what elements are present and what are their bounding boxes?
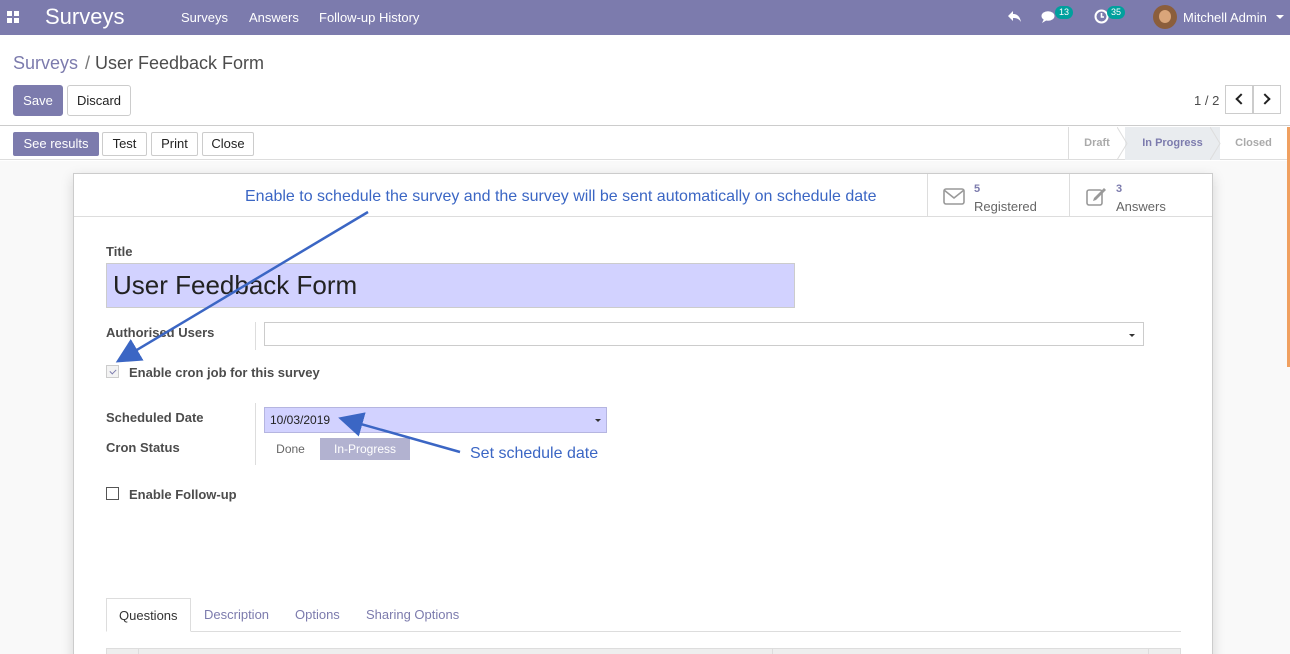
- envelope-icon: [943, 188, 965, 205]
- form-header: See results Test Print Close Draft In Pr…: [0, 127, 1290, 160]
- stage-arrow-icon: [1117, 127, 1128, 160]
- follow-up-label[interactable]: Enable Follow-up: [129, 487, 237, 502]
- activities-badge: 35: [1107, 6, 1126, 19]
- control-panel: Surveys / User Feedback Form Save Discar…: [0, 40, 1290, 126]
- title-label: Title: [106, 244, 133, 259]
- field-divider: [255, 403, 256, 465]
- stage-closed[interactable]: Closed: [1220, 127, 1287, 160]
- print-button[interactable]: Print: [151, 132, 198, 156]
- user-name[interactable]: Mitchell Admin: [1183, 10, 1267, 25]
- dropdown-caret-icon: [1129, 334, 1135, 337]
- cron-job-label[interactable]: Enable cron job for this survey: [129, 365, 320, 380]
- answers-smart-button[interactable]: 3 Answers: [1069, 174, 1211, 217]
- app-name: Surveys: [45, 4, 125, 29]
- cron-status-label: Cron Status: [106, 440, 180, 455]
- messages-badge: 13: [1055, 6, 1074, 19]
- scheduled-date-input[interactable]: 10/03/2019: [264, 407, 607, 433]
- authorised-users-label: Authorised Users: [106, 325, 215, 340]
- edit-pencil-icon: [1086, 188, 1106, 206]
- save-button[interactable]: Save: [13, 85, 63, 116]
- discard-button[interactable]: Discard: [67, 85, 131, 116]
- breadcrumb-surveys[interactable]: Surveys: [13, 53, 78, 74]
- annotation-cron: Enable to schedule the survey and the su…: [245, 188, 877, 205]
- user-menu-caret-icon[interactable]: [1276, 15, 1284, 19]
- registered-label: Registered: [974, 199, 1037, 214]
- list-column-divider: [772, 649, 773, 654]
- annotation-date: Set schedule date: [470, 445, 599, 462]
- cron-status-done[interactable]: Done: [264, 438, 317, 460]
- scheduled-date-label: Scheduled Date: [106, 410, 204, 425]
- chevron-left-icon: [1235, 93, 1247, 105]
- answers-count: 3: [1116, 183, 1123, 195]
- list-column-divider: [1148, 649, 1149, 654]
- menu-follow-up-history[interactable]: Follow-up History: [319, 10, 419, 25]
- menu-surveys[interactable]: Surveys: [181, 10, 228, 25]
- top-navbar: Surveys Surveys Answers Follow-up Histor…: [0, 0, 1290, 35]
- follow-up-checkbox[interactable]: [106, 487, 119, 500]
- field-divider: [255, 322, 256, 350]
- pager-next-button[interactable]: [1253, 85, 1281, 114]
- tab-description[interactable]: Description: [192, 598, 281, 632]
- questions-list-header: [106, 648, 1181, 654]
- tab-questions[interactable]: Questions: [106, 598, 191, 632]
- cron-status-in-progress[interactable]: In-Progress: [320, 438, 410, 460]
- registered-count: 5: [974, 183, 981, 195]
- apps-grid-icon[interactable]: [7, 11, 19, 23]
- notebook-tabs: Questions Description Options Sharing Op…: [106, 598, 1181, 632]
- cron-job-checkbox[interactable]: [106, 365, 119, 378]
- test-button[interactable]: Test: [102, 132, 147, 156]
- tab-options[interactable]: Options: [283, 598, 352, 632]
- reply-icon[interactable]: [1007, 10, 1022, 23]
- breadcrumb-current: User Feedback Form: [95, 53, 265, 73]
- avatar[interactable]: [1153, 5, 1177, 29]
- date-dropdown-caret-icon: [595, 419, 601, 422]
- pager-value: 1 / 2: [1194, 93, 1220, 108]
- scheduled-date-value: 10/03/2019: [270, 413, 331, 427]
- see-results-button[interactable]: See results: [13, 132, 99, 156]
- breadcrumb-separator: /: [85, 53, 91, 73]
- form-sheet: 5 Registered 3 Answers Title User Feedba…: [73, 173, 1213, 654]
- title-input[interactable]: User Feedback Form: [106, 263, 795, 308]
- pager-previous-button[interactable]: [1225, 85, 1253, 114]
- answers-label: Answers: [1116, 199, 1166, 214]
- registered-smart-button[interactable]: 5 Registered: [927, 174, 1069, 217]
- authorised-users-select[interactable]: [264, 322, 1144, 346]
- list-column-divider: [138, 649, 139, 654]
- close-button[interactable]: Close: [202, 132, 254, 156]
- stage-arrow-icon: [1210, 127, 1221, 160]
- tab-sharing-options[interactable]: Sharing Options: [354, 598, 471, 632]
- menu-answers[interactable]: Answers: [249, 10, 299, 25]
- stage-in-progress[interactable]: In Progress: [1125, 127, 1220, 160]
- chevron-right-icon: [1259, 93, 1271, 105]
